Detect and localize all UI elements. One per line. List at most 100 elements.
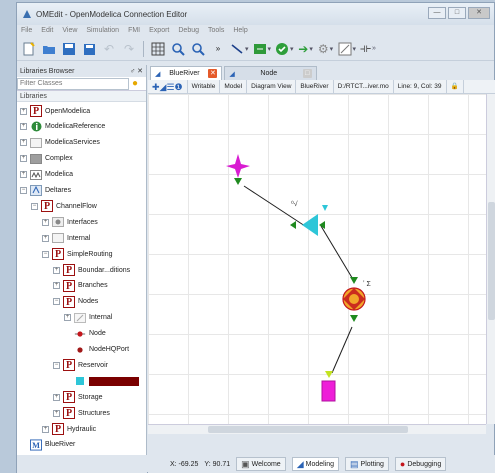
menu-simulation[interactable]: Simulation bbox=[86, 25, 119, 37]
expand-icon[interactable]: + bbox=[53, 266, 60, 274]
zoom-out-icon[interactable] bbox=[190, 40, 206, 58]
save-icon[interactable] bbox=[61, 40, 77, 58]
expand-icon[interactable]: + bbox=[42, 425, 49, 433]
tab-close-icon[interactable]: ✕ bbox=[208, 69, 218, 78]
grid-icon[interactable] bbox=[150, 40, 166, 58]
vertical-scroll-thumb[interactable] bbox=[488, 202, 495, 320]
tree-item[interactable]: − P ChannelFlow bbox=[31, 199, 97, 213]
menu-file[interactable]: File bbox=[21, 25, 32, 37]
tree-item[interactable]: − P SimpleRouting bbox=[42, 247, 113, 261]
node-component[interactable]: ʼ Σ bbox=[342, 277, 372, 322]
expand-icon[interactable]: + bbox=[20, 139, 27, 147]
tree-item[interactable]: + ModelicaServices bbox=[20, 136, 100, 150]
diagram-canvas[interactable]: ⁰√ ʼ Σ bbox=[148, 94, 486, 424]
filter-classes-input[interactable] bbox=[17, 77, 129, 90]
lightbulb-icon[interactable]: ● bbox=[132, 78, 138, 89]
tab-close-icon[interactable]: □ bbox=[302, 69, 312, 78]
expand-icon[interactable]: + bbox=[53, 393, 60, 401]
collapse-icon[interactable]: − bbox=[42, 250, 49, 258]
check-icon[interactable]: ▾ bbox=[275, 40, 294, 58]
expand-icon[interactable]: + bbox=[42, 218, 49, 226]
dock-controls-icon[interactable]: ♂ ✕ bbox=[130, 67, 143, 75]
menu-tools[interactable]: Tools bbox=[208, 25, 224, 37]
tree-item[interactable]: + P Branches bbox=[53, 279, 108, 293]
tree-item[interactable]: + P Hydraulic bbox=[42, 422, 96, 436]
package-icon: P bbox=[63, 359, 75, 372]
title-bar[interactable]: OMEdit - OpenModelica Connection Editor … bbox=[17, 3, 494, 25]
perspective-debugging-button[interactable]: ● Debugging bbox=[394, 457, 447, 471]
close-button[interactable]: ✕ bbox=[468, 7, 490, 19]
minimize-button[interactable]: — bbox=[428, 7, 446, 19]
welcome-icon: ▣ bbox=[241, 458, 250, 469]
tree-item[interactable]: − P Reservoir bbox=[53, 358, 108, 372]
perspective-modeling-button[interactable]: ◢ Modeling bbox=[291, 457, 340, 471]
tree-item[interactable]: + Interfaces bbox=[42, 215, 98, 229]
branch-component[interactable]: ⁰√ bbox=[290, 200, 328, 236]
menu-edit[interactable]: Edit bbox=[41, 25, 53, 37]
tree-item[interactable]: NodeHQPort bbox=[64, 343, 129, 357]
connection-line[interactable] bbox=[331, 326, 353, 374]
save-all-icon[interactable] bbox=[81, 40, 97, 58]
tree-item[interactable]: + Modelica bbox=[20, 168, 73, 182]
tree-item[interactable]: + Internal bbox=[42, 231, 90, 245]
expand-icon[interactable]: + bbox=[64, 314, 71, 322]
redo-icon[interactable]: ↷ bbox=[121, 40, 137, 58]
plotting-icon: ▤ bbox=[350, 458, 359, 469]
tree-item[interactable]: + P Boundar...ditions bbox=[53, 263, 130, 277]
settings-icon[interactable]: ⚙ ▾ bbox=[318, 40, 334, 58]
expand-icon[interactable]: + bbox=[20, 107, 27, 115]
tree-item[interactable]: M BlueRiver bbox=[20, 438, 75, 452]
expand-icon[interactable]: + bbox=[42, 234, 49, 242]
open-folder-icon[interactable] bbox=[41, 40, 57, 58]
tab-node[interactable]: ◢ Node □ bbox=[224, 66, 317, 80]
tree-item[interactable]: − Deltares bbox=[20, 184, 71, 198]
expand-icon[interactable]: + bbox=[53, 282, 60, 290]
tab-blueriver[interactable]: ◢ BlueRiver ✕ bbox=[150, 66, 223, 80]
menu-bar: File Edit View Simulation FMI Export Deb… bbox=[17, 25, 494, 37]
tree-item[interactable]: + P Structures bbox=[53, 406, 110, 420]
expand-icon[interactable]: + bbox=[20, 123, 27, 131]
reservoir-component[interactable] bbox=[321, 371, 336, 402]
tree-item[interactable]: + Internal bbox=[64, 311, 112, 325]
tree-item[interactable]: Node bbox=[64, 327, 106, 341]
maximize-button[interactable]: □ bbox=[448, 7, 466, 19]
line-icon[interactable]: ▾ bbox=[230, 40, 249, 58]
simulate-icon[interactable]: ➔ ▾ bbox=[298, 40, 314, 58]
horizontal-scroll-thumb[interactable] bbox=[208, 426, 408, 433]
menu-debug[interactable]: Debug bbox=[178, 25, 199, 37]
main-toolbar: ↶ ↷ » ▾ ▾ ▾ ➔ ▾ ⚙ ▾ ▾ ⟛» bbox=[17, 37, 494, 61]
more-chevron-icon[interactable]: » bbox=[210, 40, 226, 58]
menu-fmi[interactable]: FMI bbox=[128, 25, 140, 37]
plot-icon[interactable]: ▾ bbox=[338, 40, 356, 58]
vertical-scrollbar[interactable] bbox=[486, 94, 495, 424]
tree-item[interactable]: + P Storage bbox=[53, 390, 103, 404]
source-component[interactable] bbox=[226, 154, 250, 185]
tree-item-label: BlueRiver bbox=[45, 441, 76, 449]
tree-item[interactable]: + ModelicaReference bbox=[20, 120, 105, 134]
expand-icon[interactable]: + bbox=[20, 171, 27, 179]
expand-icon[interactable]: + bbox=[53, 409, 60, 417]
collapse-icon[interactable]: − bbox=[53, 361, 60, 369]
menu-view[interactable]: View bbox=[62, 25, 77, 37]
connection-line[interactable] bbox=[243, 185, 309, 229]
connect-icon[interactable]: ⟛» bbox=[360, 40, 376, 58]
view-mode-icons[interactable]: ✚◢☰❶ bbox=[148, 79, 188, 94]
menu-export[interactable]: Export bbox=[149, 25, 169, 37]
zoom-in-icon[interactable] bbox=[170, 40, 186, 58]
horizontal-scrollbar[interactable] bbox=[148, 424, 486, 434]
collapse-icon[interactable]: − bbox=[31, 202, 38, 210]
new-file-icon[interactable] bbox=[21, 40, 37, 58]
tree-item[interactable]: Reservoir bbox=[64, 374, 139, 388]
tree-item[interactable]: + Complex bbox=[20, 152, 73, 166]
rectangle-icon[interactable]: ▾ bbox=[253, 40, 271, 58]
collapse-icon[interactable]: − bbox=[20, 187, 27, 194]
menu-help[interactable]: Help bbox=[233, 25, 247, 37]
tree-item[interactable]: + P OpenModelica bbox=[20, 104, 90, 118]
perspective-welcome-button[interactable]: ▣ Welcome bbox=[236, 457, 286, 471]
collapse-icon[interactable]: − bbox=[53, 298, 60, 306]
tree-item[interactable]: − P Nodes bbox=[53, 295, 98, 309]
perspective-plotting-button[interactable]: ▤ Plotting bbox=[345, 457, 389, 471]
expand-icon[interactable]: + bbox=[20, 155, 27, 163]
undo-icon[interactable]: ↶ bbox=[101, 40, 117, 58]
connection-line[interactable] bbox=[320, 225, 355, 282]
